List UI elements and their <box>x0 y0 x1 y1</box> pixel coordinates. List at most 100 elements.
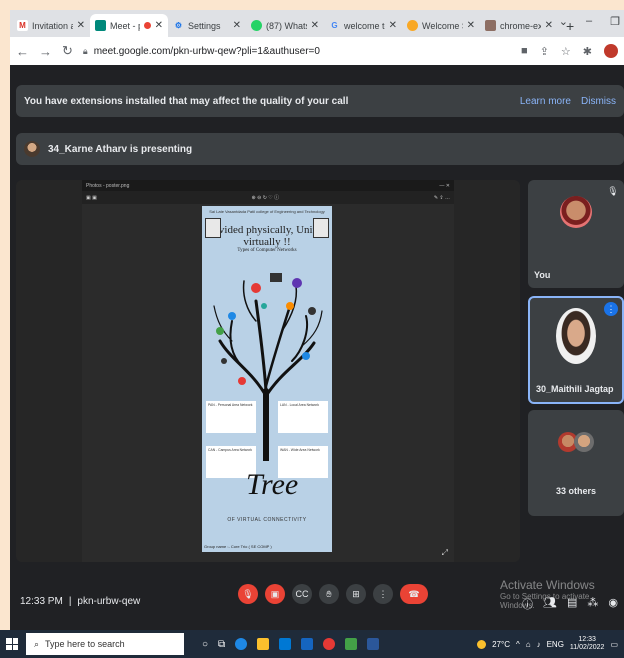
activities-icon[interactable]: ⁂ <box>587 596 598 612</box>
meeting-info: 12:33 PM | pkn-urbw-qew <box>20 596 140 607</box>
tab-title: welcome text conve <box>344 20 385 31</box>
others-count: 33 others <box>555 486 597 496</box>
banner-message: You have extensions installed that may a… <box>24 95 349 107</box>
url-field[interactable]: 🔒︎ meet.google.com/pkn-urbw-qew?pli=1&au… <box>83 46 511 57</box>
bookmark-star-icon[interactable]: ☆ <box>561 45 571 58</box>
college-logo-right <box>313 218 329 238</box>
share-icon[interactable]: ⇪ <box>540 45 549 58</box>
tab-title: Welcome Speech <box>422 20 463 31</box>
forward-icon[interactable]: → <box>39 44 52 59</box>
dismiss-button[interactable]: Dismiss <box>581 96 616 107</box>
chat-icon[interactable]: ▤ <box>567 596 577 612</box>
present-button[interactable]: ⊞ <box>346 584 366 604</box>
chrome-icon[interactable] <box>323 638 336 650</box>
taskbar-search-box[interactable]: ⌕ Type here to search <box>26 633 184 655</box>
tab-meet[interactable]: Meet - pkn-urbw-qew ✕ <box>90 14 168 37</box>
info-icon[interactable]: ⓘ <box>522 596 533 612</box>
tab-chrome-extension[interactable]: chrome-extension ✕ <box>480 14 558 37</box>
shared-screen[interactable]: Photos - poster.png — ✕ ▣ ▣ ⊕ ⊖ ↻ ♡ ⓘ ✎ … <box>16 180 520 562</box>
close-tab-icon[interactable]: ✕ <box>389 20 397 31</box>
more-options-button[interactable]: ⋮ <box>373 584 393 604</box>
poster-note-lan: LAN - Local Area Network <box>278 401 328 433</box>
tab-whatsapp[interactable]: (87) WhatsApp ✕ <box>246 14 324 37</box>
raise-hand-button[interactable]: ✋︎ <box>319 584 339 604</box>
app-icon[interactable] <box>345 638 358 650</box>
tray-overflow-icon[interactable]: ^ <box>516 640 520 649</box>
close-tab-icon[interactable]: ✕ <box>155 20 163 31</box>
cortana-icon[interactable]: ○ <box>202 639 208 650</box>
mic-toggle-button[interactable]: 🎙︎ <box>238 584 258 604</box>
clock-date: 11/02/2022 <box>569 644 605 651</box>
window-controls: ⌄ – ❐ <box>559 15 620 28</box>
maximize-icon[interactable]: ❐ <box>610 15 620 28</box>
avatar <box>574 432 594 452</box>
meeting-control-bar: 12:33 PM | pkn-urbw-qew 🎙︎ ▣ CC ✋︎ ⊞ ⋮ ☎… <box>10 578 624 630</box>
presenter-avatar <box>24 141 40 157</box>
gear-icon: ⚙ <box>174 21 183 30</box>
reload-icon[interactable]: ↻ <box>62 43 73 59</box>
end-call-button[interactable]: ☎︎ <box>400 584 428 604</box>
search-placeholder: Type here to search <box>45 639 125 649</box>
network-icon[interactable]: ⌂ <box>526 640 531 649</box>
tab-invitation[interactable]: M Invitation as a Judg ✕ <box>12 14 90 37</box>
tab-title: Settings <box>188 20 221 31</box>
whatsapp-icon <box>251 20 262 31</box>
windows-taskbar: ⌕ Type here to search ○ ⧉ 27°C ^ ⌂ ♪ ENG… <box>0 630 624 658</box>
tab-search-icon[interactable]: ⌄ <box>559 15 568 28</box>
store-icon[interactable] <box>279 638 292 650</box>
word-icon[interactable] <box>367 638 380 650</box>
tab-title: (87) WhatsApp <box>266 20 307 31</box>
meeting-code: pkn-urbw-qew <box>77 596 141 607</box>
weather-temp[interactable]: 27°C <box>492 640 510 649</box>
volume-icon[interactable]: ♪ <box>537 640 541 649</box>
back-icon[interactable]: ← <box>16 44 29 59</box>
viewer-zoom-icons: ⊕ ⊖ ↻ ♡ ⓘ <box>251 195 280 201</box>
taskbar-clock[interactable]: 12:33 11/02/2022 <box>570 636 605 651</box>
poster-subtitle: Types of Computer Networks <box>237 248 297 253</box>
mic-muted-icon: 🎙︎ <box>607 185 619 196</box>
windows-start-icon[interactable] <box>6 638 18 650</box>
language-indicator[interactable]: ENG <box>547 640 564 649</box>
call-controls: 🎙︎ ▣ CC ✋︎ ⊞ ⋮ ☎︎ <box>238 584 428 604</box>
close-tab-icon[interactable]: ✕ <box>233 20 241 31</box>
close-tab-icon[interactable]: ✕ <box>467 20 475 31</box>
participant-tile-maithili[interactable]: ⋮ 30_Maithili Jagtap <box>528 296 624 404</box>
notifications-icon[interactable]: ▭ <box>610 640 618 649</box>
minimize-icon[interactable]: – <box>586 15 592 28</box>
extensions-puzzle-icon[interactable]: ✱ <box>583 45 592 58</box>
search-icon: ⌕ <box>34 638 40 649</box>
learn-more-link[interactable]: Learn more <box>520 96 571 107</box>
lock-icon[interactable]: 🔒︎ <box>83 46 88 57</box>
poster-tree-word: Tree <box>246 468 299 501</box>
file-explorer-icon[interactable] <box>257 638 270 650</box>
expand-icon[interactable]: ⤢ <box>442 548 448 558</box>
poster-image: Sai Late Vasantdada Patil college of Eng… <box>202 206 332 552</box>
weather-icon[interactable] <box>477 639 487 649</box>
task-view-icon[interactable]: ⧉ <box>218 639 225 650</box>
edge-icon[interactable] <box>235 638 248 650</box>
captions-button[interactable]: CC <box>292 584 312 604</box>
participant-tile-you[interactable]: 🎙︎ You <box>528 180 624 288</box>
camera-icon[interactable]: ■ <box>521 45 528 57</box>
participant-name: 30_Maithili Jagtap <box>536 384 614 394</box>
camera-toggle-button[interactable]: ▣ <box>265 584 285 604</box>
lock-icon[interactable]: ◉ <box>608 596 618 612</box>
tab-settings[interactable]: ⚙ Settings ✕ <box>168 14 246 37</box>
avatar <box>560 196 592 228</box>
system-tray: 27°C ^ ⌂ ♪ ENG 12:33 11/02/2022 ▭ <box>477 630 618 658</box>
profile-avatar[interactable] <box>604 44 618 58</box>
people-icon[interactable]: 👥︎ <box>543 596 557 612</box>
participant-tile-others[interactable]: 33 others <box>528 410 624 516</box>
close-tab-icon[interactable]: ✕ <box>77 20 85 31</box>
tab-google-search[interactable]: G welcome text conve ✕ <box>324 14 402 37</box>
close-tab-icon[interactable]: ✕ <box>545 20 553 31</box>
mail-icon[interactable] <box>301 638 314 650</box>
tab-welcome-speech[interactable]: Welcome Speech ✕ <box>402 14 480 37</box>
viewer-toolbar: ▣ ▣ ⊕ ⊖ ↻ ♡ ⓘ ✎ ⇪ … <box>82 191 454 204</box>
viewer-action-icons: ✎ ⇪ … <box>433 194 450 201</box>
browser-window: M Invitation as a Judg ✕ Meet - pkn-urbw… <box>10 10 624 630</box>
close-tab-icon[interactable]: ✕ <box>311 20 319 31</box>
meeting-separator: | <box>68 596 72 607</box>
tab-title: chrome-extension <box>500 20 541 31</box>
google-icon: G <box>331 21 338 30</box>
